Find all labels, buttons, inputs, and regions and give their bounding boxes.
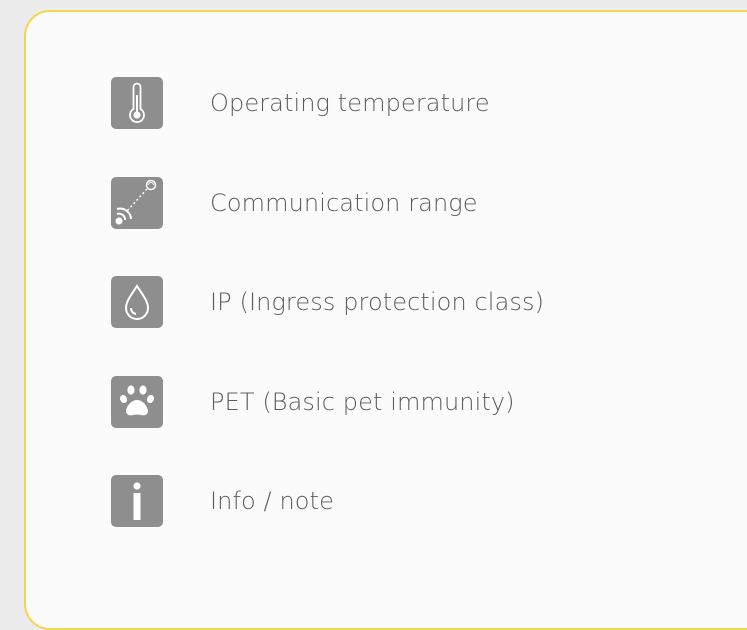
legend-item-pet-immunity: PET (Basic pet immunity) — [111, 376, 515, 428]
legend-item-ingress-protection: IP (Ingress protection class) — [111, 276, 544, 328]
legend-item-operating-temperature: Operating temperature — [111, 77, 490, 129]
info-icon — [111, 475, 163, 527]
paw-icon — [111, 376, 163, 428]
signal-range-icon — [111, 177, 163, 229]
legend-item-communication-range: Communication range — [111, 177, 478, 229]
water-drop-icon — [111, 276, 163, 328]
legend-item-label: Info / note — [210, 487, 334, 515]
legend-item-label: PET (Basic pet immunity) — [210, 388, 515, 416]
legend-item-label: Communication range — [210, 189, 478, 217]
legend-item-info-note: Info / note — [111, 475, 334, 527]
thermometer-icon — [111, 77, 163, 129]
legend-item-label: IP (Ingress protection class) — [210, 288, 545, 316]
legend-item-label: Operating temperature — [210, 89, 490, 117]
